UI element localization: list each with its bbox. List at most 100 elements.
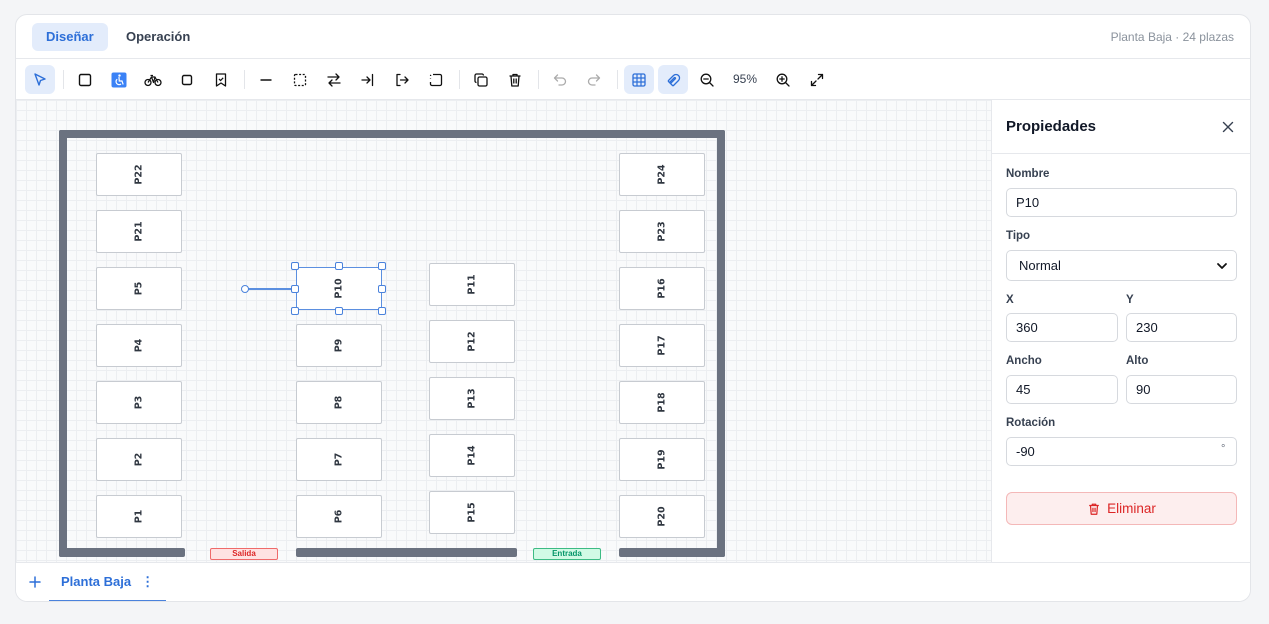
bookmark-check-icon	[215, 72, 227, 87]
alto-field[interactable]	[1126, 375, 1237, 404]
log-out-icon	[396, 73, 409, 86]
x-field[interactable]	[1006, 313, 1118, 342]
snap-toggle-button[interactable]	[658, 65, 688, 94]
line-icon	[260, 78, 272, 81]
wall-bottom-left[interactable]	[59, 548, 185, 557]
direction-tool-button[interactable]	[319, 65, 349, 94]
wall-tool-button[interactable]	[251, 65, 281, 94]
parking-spot[interactable]: P21	[96, 210, 182, 253]
undo-icon	[553, 73, 567, 86]
chevron-down-icon	[1217, 263, 1227, 269]
plus-icon	[29, 576, 41, 588]
tipo-select[interactable]: Normal	[1006, 250, 1237, 281]
ancho-label: Ancho	[1006, 355, 1042, 367]
parking-spot[interactable]: P9	[296, 324, 382, 367]
parking-spot[interactable]: P4	[96, 324, 182, 367]
parking-spot[interactable]: P16	[619, 267, 705, 310]
ancho-field[interactable]	[1006, 375, 1118, 404]
wall-top[interactable]	[59, 130, 725, 138]
kebab-menu-icon[interactable]: ⋮	[141, 574, 154, 590]
panel-title: Propiedades	[1006, 118, 1097, 135]
parking-spot[interactable]: P14	[429, 434, 515, 477]
spot-reserved-tool-button[interactable]	[206, 65, 236, 94]
trash-icon	[1089, 503, 1099, 515]
redo-button[interactable]	[579, 65, 609, 94]
wall-bottom-middle[interactable]	[296, 548, 517, 557]
resize-handle[interactable]	[291, 285, 299, 293]
parking-spot[interactable]: P8	[296, 381, 382, 424]
grid-toggle-button[interactable]	[624, 65, 654, 94]
eliminar-label: Eliminar	[1107, 501, 1156, 516]
spot-small-tool-button[interactable]	[172, 65, 202, 94]
resize-handle[interactable]	[291, 262, 299, 270]
wall-right[interactable]	[717, 130, 725, 557]
parking-spot[interactable]: P20	[619, 495, 705, 538]
resize-handle[interactable]	[291, 307, 299, 315]
nombre-label: Nombre	[1006, 168, 1050, 180]
parking-spot[interactable]: P17	[619, 324, 705, 367]
toolbar: 95%	[16, 59, 1250, 100]
select-tool-button[interactable]	[25, 65, 55, 94]
parking-spot[interactable]: P1	[96, 495, 182, 538]
exit-tool-button[interactable]	[387, 65, 417, 94]
parking-spot[interactable]: P11	[429, 263, 515, 306]
parking-spot[interactable]: P7	[296, 438, 382, 481]
rotation-handle[interactable]	[241, 285, 249, 293]
parking-spot[interactable]: P5	[96, 267, 182, 310]
spot-bicycle-tool-button[interactable]	[138, 65, 168, 94]
floor-tabs-bar: Planta Baja ⋮	[16, 562, 1250, 601]
tab-disenar[interactable]: Diseñar	[32, 23, 108, 51]
nombre-field[interactable]	[1006, 188, 1237, 217]
close-panel-button[interactable]	[1217, 116, 1239, 138]
floor-tab-planta-baja[interactable]: Planta Baja ⋮	[49, 563, 167, 601]
small-square-icon	[181, 74, 193, 85]
add-floor-button[interactable]	[26, 573, 44, 591]
entry-door[interactable]: Entrada	[533, 548, 601, 560]
spot-accessible-tool-button[interactable]	[104, 65, 134, 94]
parking-spot-selected[interactable]: P10	[296, 267, 382, 310]
floor-canvas[interactable]: Salida Entrada P22 P21 P5 P4 P3 P2 P1 P1…	[16, 100, 991, 562]
wall-bottom-right[interactable]	[619, 548, 725, 557]
grid-icon	[632, 72, 646, 87]
undo-button[interactable]	[545, 65, 575, 94]
resize-handle[interactable]	[335, 307, 343, 315]
zoom-in-button[interactable]	[768, 65, 798, 94]
resize-handle[interactable]	[378, 307, 386, 315]
parking-spot[interactable]: P22	[96, 153, 182, 196]
app-window: Diseñar Operación Planta Baja · 24 plaza…	[15, 14, 1251, 602]
tab-operacion[interactable]: Operación	[112, 23, 204, 51]
exit-door[interactable]: Salida	[210, 548, 278, 560]
fit-screen-button[interactable]	[802, 65, 832, 94]
eliminar-button[interactable]: Eliminar	[1006, 492, 1237, 525]
zoom-out-button[interactable]	[692, 65, 722, 94]
area-tool-button[interactable]	[285, 65, 315, 94]
wall-left[interactable]	[59, 130, 67, 557]
spot-normal-tool-button[interactable]	[70, 65, 100, 94]
rotacion-field[interactable]	[1006, 437, 1237, 466]
parking-spot[interactable]: P12	[429, 320, 515, 363]
parking-spot[interactable]: P24	[619, 153, 705, 196]
resize-handle[interactable]	[378, 262, 386, 270]
tipo-label: Tipo	[1006, 230, 1031, 242]
bicycle-icon	[144, 74, 162, 86]
parking-spot[interactable]: P15	[429, 491, 515, 534]
close-icon	[1222, 121, 1234, 133]
parking-spot[interactable]: P3	[96, 381, 182, 424]
duplicate-button[interactable]	[466, 65, 496, 94]
y-field[interactable]	[1126, 313, 1237, 342]
parking-spot[interactable]: P2	[96, 438, 182, 481]
trash-icon	[509, 73, 521, 87]
parking-spot[interactable]: P23	[619, 210, 705, 253]
delete-button[interactable]	[500, 65, 530, 94]
parking-spot[interactable]: P6	[296, 495, 382, 538]
dashed-square-icon	[293, 73, 307, 86]
resize-handle[interactable]	[335, 262, 343, 270]
parking-spot[interactable]: P13	[429, 377, 515, 420]
rotacion-label: Rotación	[1006, 417, 1056, 429]
parking-spot[interactable]: P18	[619, 381, 705, 424]
zone-tool-button[interactable]	[421, 65, 451, 94]
resize-handle[interactable]	[378, 285, 386, 293]
parking-spot[interactable]: P19	[619, 438, 705, 481]
zoom-in-icon	[776, 73, 790, 87]
entry-tool-button[interactable]	[353, 65, 383, 94]
